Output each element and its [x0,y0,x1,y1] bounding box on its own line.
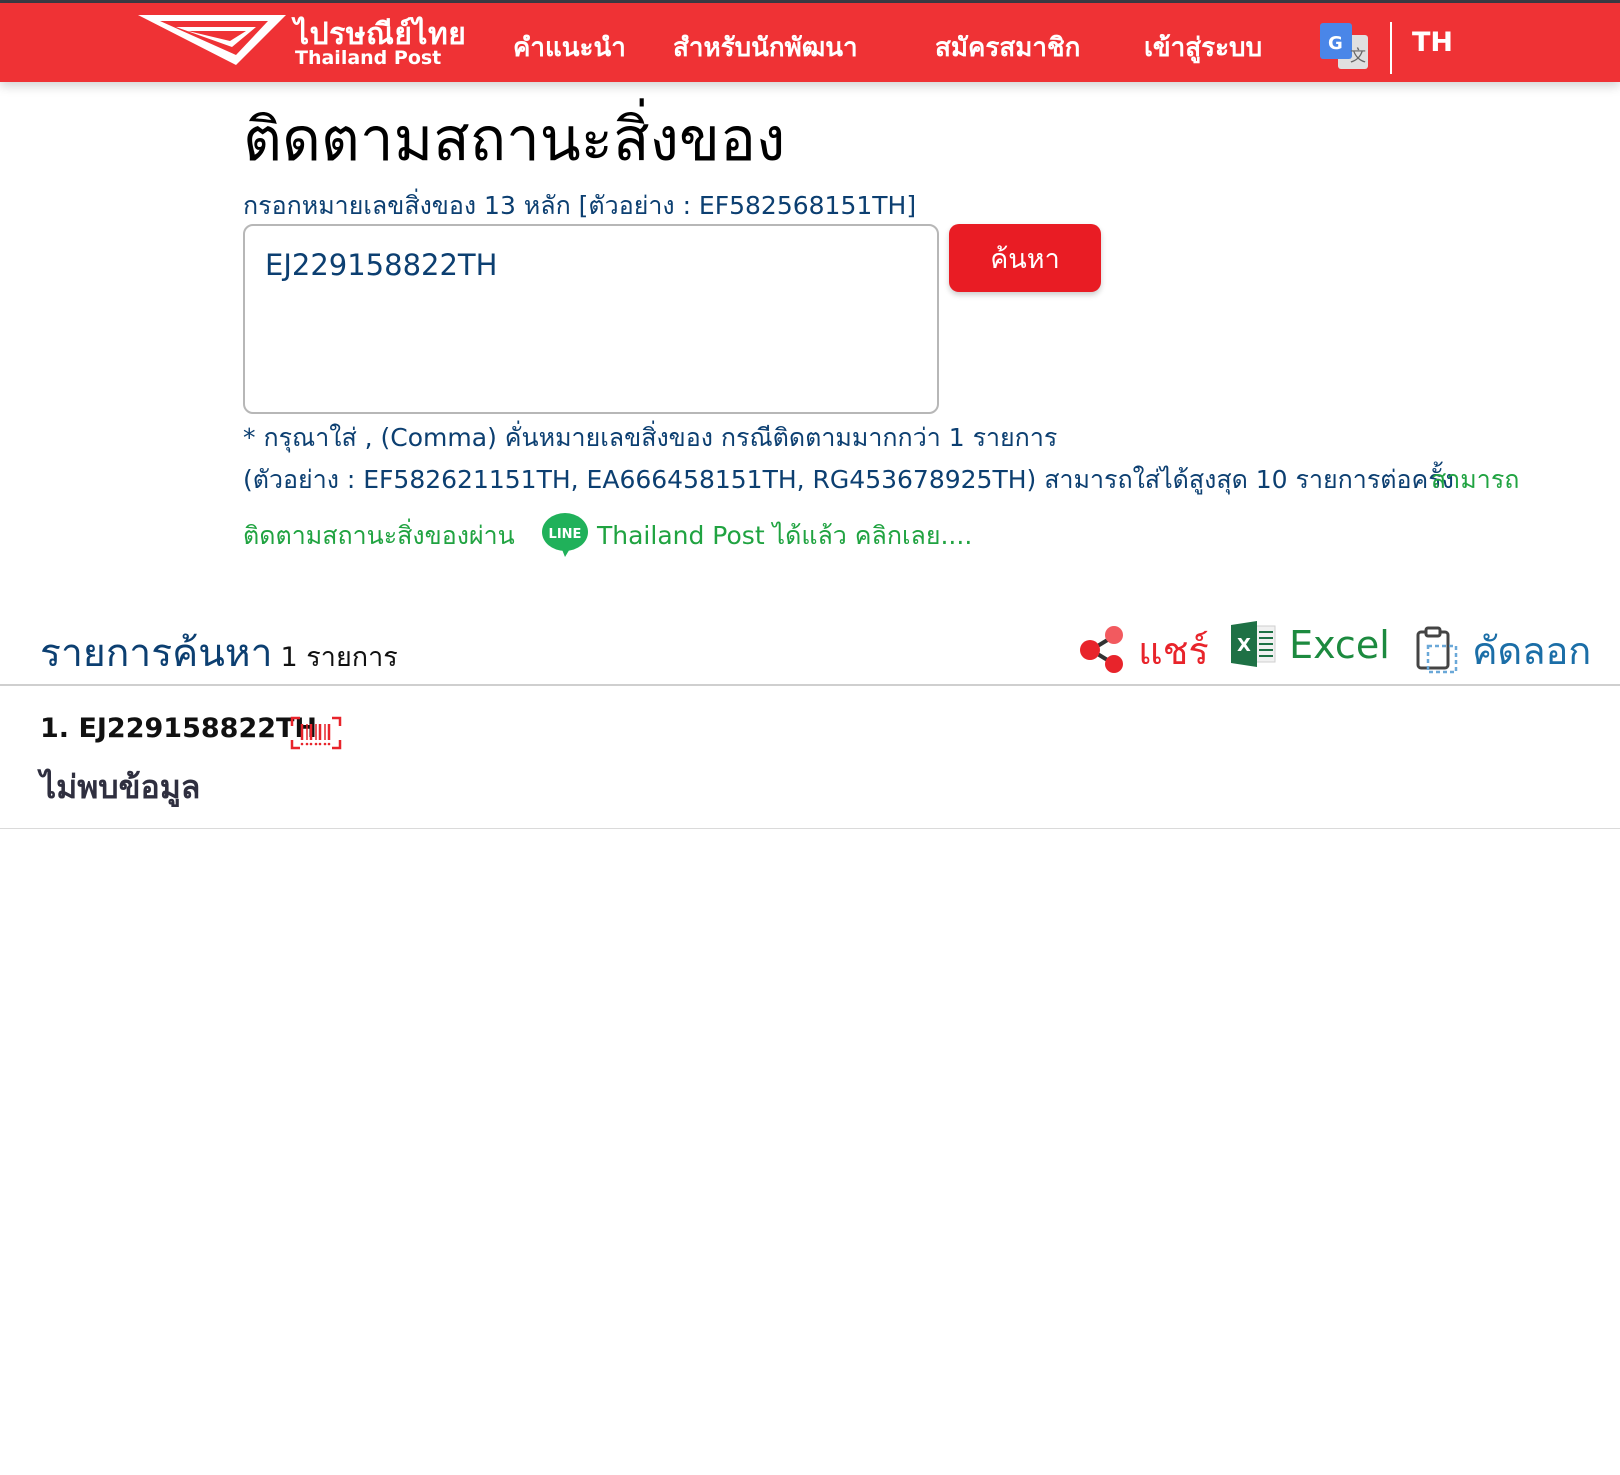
clipboard-icon [1416,626,1458,674]
tracking-number-input[interactable] [243,224,939,414]
results-title: รายการค้นหา [40,631,273,676]
barcode-icon[interactable] [290,716,342,750]
line-icon-text: LINE [549,527,582,542]
line-promo-link-middle[interactable]: ติดตามสถานะสิ่งของผ่าน [243,516,515,556]
copy-label: คัดลอก [1472,629,1592,673]
thailand-post-logo[interactable]: ไปรษณีย์ไทย Thailand Post [138,11,468,73]
result-divider [0,828,1620,829]
share-icon [1080,626,1123,673]
page-title: ติดตามสถานะสิ่งของ [243,105,786,175]
line-promo-link-end[interactable]: Thailand Post ได้แล้ว คลิกเลย.... [597,516,972,556]
excel-button[interactable]: X Excel [1229,620,1390,668]
excel-label: Excel [1289,623,1390,667]
svg-text:G: G [1328,33,1343,54]
example-note: (ตัวอย่าง : EF582621151TH, EA666458151TH… [243,465,1454,494]
share-button[interactable]: แชร์ [1078,620,1209,681]
nav-divider [1390,22,1392,74]
nav-login[interactable]: เข้าสู่ระบบ [1144,27,1262,68]
share-label: แชร์ [1138,629,1209,673]
results-count: 1 รายการ [280,642,398,673]
input-hint: กรอกหมายเลขสิ่งของ 13 หลัก [ตัวอย่าง : E… [243,191,917,220]
results-heading: รายการค้นหา 1 รายการ [40,622,398,684]
line-promo-link-start[interactable]: สามารถ [1431,460,1519,500]
nav-register[interactable]: สมัครสมาชิก [935,27,1080,68]
search-button[interactable]: ค้นหา [949,224,1101,292]
bird-logo-icon [138,15,286,65]
line-app-icon[interactable]: LINE [541,511,589,559]
navbar: ไปรษณีย์ไทย Thailand Post คำแนะนำ สำหรับ… [0,3,1620,82]
nav-guide[interactable]: คำแนะนำ [513,27,626,68]
svg-text:文: 文 [1350,46,1366,65]
result-item-number: 1. EJ229158822TH [40,713,318,744]
logo-english-text: Thailand Post [295,47,442,69]
results-divider [0,684,1620,686]
language-switch[interactable]: TH [1412,27,1453,58]
excel-icon: X [1231,621,1276,667]
nav-developers[interactable]: สำหรับนักพัฒนา [673,27,858,68]
google-translate-icon[interactable]: G 文 [1318,21,1372,75]
comma-note: * กรุณาใส่ , (Comma) คั่นหมายเลขสิ่งของ … [243,423,1058,452]
svg-text:X: X [1237,635,1251,656]
copy-button[interactable]: คัดลอก [1414,620,1591,681]
result-status: ไม่พบข้อมูล [40,768,201,806]
